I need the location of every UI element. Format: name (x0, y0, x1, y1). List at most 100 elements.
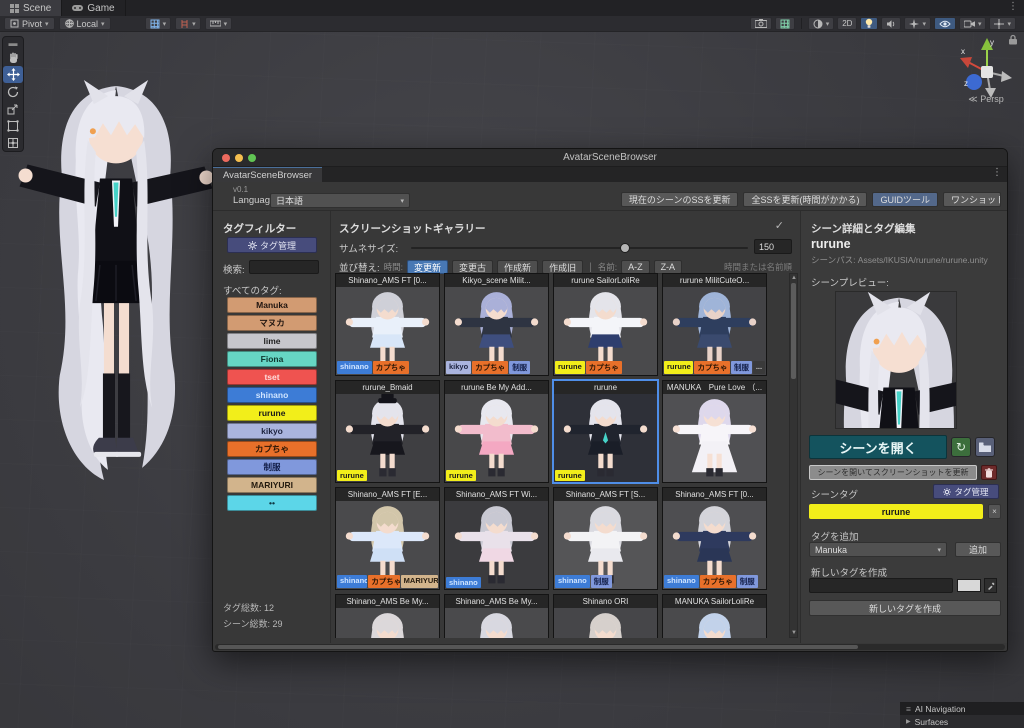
measure-dropdown[interactable]: ▾ (205, 17, 233, 30)
scene-grid-toggle[interactable] (775, 17, 795, 30)
window-horizontal-scrollbar[interactable] (215, 644, 1005, 650)
gallery-item[interactable]: rurune_Bmaidrurune (335, 380, 440, 483)
sort-button[interactable]: 作成新 (497, 260, 538, 274)
new-tag-input[interactable] (809, 578, 953, 593)
hand-tool[interactable] (3, 49, 23, 66)
audio-toggle[interactable] (881, 17, 901, 30)
gizmo-lock-icon[interactable] (1008, 34, 1018, 45)
scene-character[interactable] (8, 74, 224, 486)
gallery-item[interactable]: Shinano_AMS Be My... (444, 594, 549, 638)
gallery-item[interactable]: Shinano_AMS Be My... (335, 594, 440, 638)
tab-scene[interactable]: Scene (0, 0, 62, 16)
language-dropdown[interactable]: 日本語▾ (270, 193, 410, 208)
camera-settings-button[interactable] (750, 17, 772, 30)
ai-navigation-header[interactable]: ≡ AI Navigation (900, 702, 1024, 715)
gallery-scroll-thumb[interactable] (791, 283, 796, 379)
rotate-tool[interactable] (3, 83, 23, 100)
local-dropdown[interactable]: Local▾ (59, 17, 111, 30)
gallery-item[interactable]: Shinano ORI (553, 594, 658, 638)
guid-tool-button[interactable]: GUIDツール (872, 192, 938, 207)
gallery-item[interactable]: Shinano_AMS FT Wi...shinano (444, 487, 549, 590)
scale-tool[interactable] (3, 100, 23, 117)
scene-tag-chip[interactable]: rurune (809, 504, 983, 519)
tag-filter-pill[interactable]: tset (227, 369, 317, 385)
open-scene-button[interactable]: シーンを開く (809, 435, 947, 459)
surfaces-row[interactable]: ▶ Surfaces (900, 715, 1024, 728)
tag-filter-pill[interactable]: Manuka (227, 297, 317, 313)
sort-button[interactable]: 変更新 (407, 260, 448, 274)
gallery-item[interactable]: rurune Be My Add...rurune (444, 380, 549, 483)
window-tab[interactable]: AvatarSceneBrowser (213, 167, 322, 182)
2d-toggle[interactable]: 2D (837, 17, 857, 30)
tag-filter-pill[interactable]: MARIYURI (227, 477, 317, 493)
delete-button[interactable] (981, 465, 997, 480)
oneshot-button[interactable]: ワンショット (943, 192, 1001, 207)
gallery-item[interactable]: Shinano_AMS FT [E...shinanoカプちゃMARIYURI (335, 487, 440, 590)
shading-mode-dropdown[interactable]: ▾ (808, 17, 835, 30)
tag-color-swatch[interactable] (957, 579, 981, 592)
sort-button[interactable]: 変更古 (452, 260, 493, 274)
tag-manage-button-2[interactable]: タグ管理 (933, 484, 999, 499)
camera-view-dropdown[interactable]: ▾ (959, 17, 987, 30)
tag-chip: 制服 (509, 361, 530, 374)
tag-manage-button[interactable]: タグ管理 (227, 237, 317, 253)
pivot-dropdown[interactable]: Pivot▾ (4, 17, 55, 30)
tab-game[interactable]: Game (62, 0, 125, 16)
effects-dropdown[interactable]: ▾ (904, 17, 931, 30)
tag-filter-pill[interactable]: shinano (227, 387, 317, 403)
tag-filter-pill[interactable]: マヌカ (227, 315, 317, 331)
add-tag-button[interactable]: 追加 (955, 542, 1001, 557)
gallery-item[interactable]: Shinano_AMS FT [0...shinanoカプちゃ制服 (662, 487, 767, 590)
gallery-item-selected[interactable]: rurunerurune (553, 380, 658, 483)
thumb-size-value[interactable]: 150 (754, 239, 792, 254)
gallery-item[interactable]: rurune MilitCuteO...ruruneカプちゃ制服... (662, 273, 767, 376)
scroll-down-icon[interactable]: ▼ (790, 630, 798, 636)
gallery-item[interactable]: MANUKA SailorLoliRe (662, 594, 767, 638)
tab-bar-menu-icon[interactable]: ⋮ (1008, 0, 1024, 16)
rect-tool[interactable] (3, 117, 23, 134)
scene-visibility-toggle[interactable] (934, 17, 956, 30)
tag-filter-pill[interactable]: 制服 (227, 459, 317, 475)
scroll-up-icon[interactable]: ▲ (790, 275, 798, 281)
persp-label[interactable]: ≪ Persp (948, 94, 1024, 105)
search-input[interactable] (249, 260, 319, 274)
tag-filter-pill[interactable]: カプちゃ (227, 441, 317, 457)
tag-filter-pill[interactable]: •• (227, 495, 317, 511)
remove-tag-button[interactable]: × (988, 504, 1001, 519)
update-current-ss-button[interactable]: 現在のシーンのSSを更新 (621, 192, 739, 207)
sort-button[interactable]: 作成旧 (542, 260, 583, 274)
move-tool[interactable] (3, 66, 23, 83)
sort-button[interactable]: A-Z (621, 260, 650, 274)
open-folder-button[interactable] (975, 437, 995, 457)
lighting-toggle[interactable] (860, 17, 878, 30)
open-scene-update-ss-button[interactable]: シーンを開いてスクリーンショットを更新 (809, 465, 977, 480)
local-label: Local (77, 19, 99, 29)
refresh-scene-button[interactable]: ↻ (951, 437, 971, 457)
tag-filter-pill[interactable]: Fiona (227, 351, 317, 367)
gallery-item[interactable]: MANUKA Pure Love （... (662, 380, 767, 483)
gallery-item[interactable]: rurune SailorLoliReruruneカプちゃ (553, 273, 658, 376)
window-tab-menu-icon[interactable]: ⋮ (987, 167, 1007, 182)
transform-tool[interactable] (3, 134, 23, 151)
gallery-item[interactable]: Shinano_AMS FT [S...shinano制服 (553, 487, 658, 590)
increment-snap-button[interactable]: ▾ (175, 17, 201, 30)
component-tools-dropdown[interactable]: ▾ (989, 17, 1016, 30)
gallery-item[interactable]: Kikyo_scene Milit...kikyoカプちゃ制服 (444, 273, 549, 376)
color-picker-button[interactable] (984, 578, 997, 593)
gallery-vertical-scrollbar[interactable]: ▲ ▼ (789, 273, 798, 638)
slider-thumb[interactable] (620, 243, 630, 253)
hscroll-thumb[interactable] (218, 645, 858, 649)
create-tag-button[interactable]: 新しいタグを作成 (809, 600, 1001, 616)
gallery-item[interactable]: Shinano_AMS FT [0...shinanoカプちゃ (335, 273, 440, 376)
tag-filter-pill[interactable]: kikyo (227, 423, 317, 439)
tag-filter-pill[interactable]: lime (227, 333, 317, 349)
sort-button[interactable]: Z-A (654, 260, 683, 274)
update-all-ss-button[interactable]: 全SSを更新(時間がかかる) (743, 192, 867, 207)
check-icon[interactable]: ✓ (775, 219, 784, 232)
tag-filter-pill[interactable]: rurune (227, 405, 317, 421)
window-titlebar[interactable]: AvatarSceneBrowser (213, 149, 1007, 167)
overlay-grip[interactable]: ▬ (3, 37, 23, 49)
add-tag-dropdown[interactable]: Manuka▾ (809, 542, 947, 557)
grid-snap-dropdown[interactable]: ▾ (145, 17, 172, 30)
thumb-size-slider[interactable] (411, 247, 748, 249)
